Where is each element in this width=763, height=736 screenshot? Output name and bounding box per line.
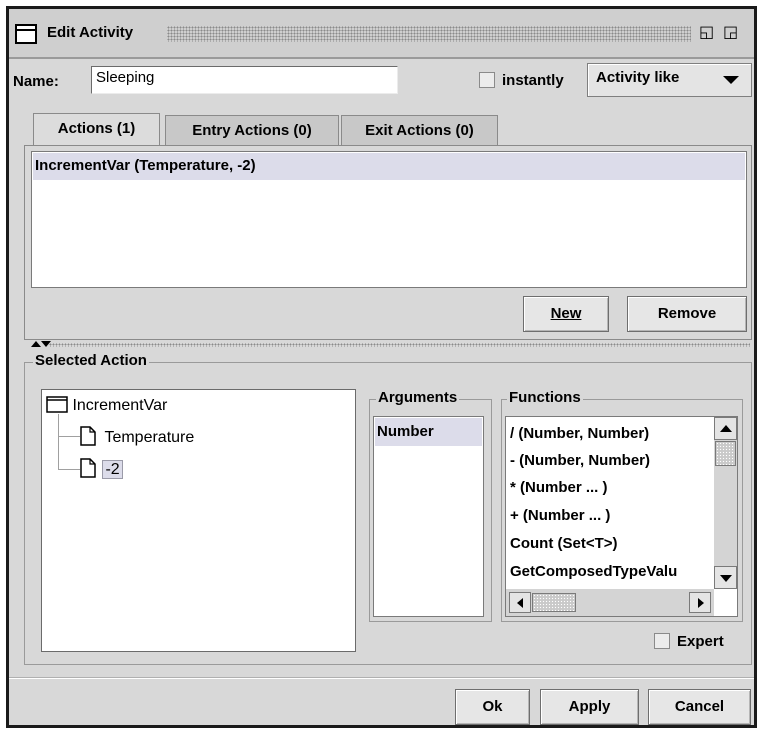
tree-connector: [58, 414, 59, 470]
list-item[interactable]: / (Number, Number): [510, 425, 649, 442]
restore-icon[interactable]: ◱: [699, 23, 714, 43]
actions-panel: IncrementVar (Temperature, -2) New Remov…: [24, 145, 752, 340]
folder-icon: [46, 396, 68, 413]
tab-entry-actions[interactable]: Entry Actions (0): [165, 115, 339, 147]
arrow-right-icon: [698, 598, 704, 608]
splitter-grip: [49, 343, 750, 347]
tree-node-label: -2: [102, 460, 123, 479]
tree-connector: [58, 436, 80, 437]
tree-node-value[interactable]: -2: [80, 458, 123, 479]
selected-action-title: Selected Action: [33, 352, 149, 369]
expert-checkbox[interactable]: [654, 633, 670, 649]
edit-activity-dialog: Edit Activity ◱ ◲ Name: Sleeping instant…: [6, 6, 757, 728]
remove-button[interactable]: Remove: [627, 296, 747, 332]
tree-connector: [58, 469, 80, 470]
scroll-left-button[interactable]: [509, 592, 531, 613]
list-item[interactable]: + (Number ... ): [510, 507, 610, 524]
instantly-checkbox[interactable]: [479, 72, 495, 88]
title-bar-grip: [167, 26, 691, 42]
actions-list[interactable]: IncrementVar (Temperature, -2): [31, 151, 747, 288]
action-tree[interactable]: IncrementVar Temperature -2: [41, 389, 356, 652]
tab-actions[interactable]: Actions (1): [33, 113, 160, 148]
instantly-label: instantly: [502, 72, 564, 89]
arguments-title: Arguments: [376, 389, 460, 406]
list-item[interactable]: Number: [375, 418, 482, 446]
cancel-button[interactable]: Cancel: [648, 689, 751, 725]
list-item[interactable]: Count (Set<T>): [510, 535, 618, 552]
list-item[interactable]: - (Number, Number): [510, 452, 650, 469]
maximize-icon[interactable]: ◲: [723, 23, 738, 43]
vertical-scroll-thumb[interactable]: [715, 441, 736, 466]
document-icon: [80, 458, 96, 478]
collapse-up-icon[interactable]: [31, 341, 41, 347]
functions-list[interactable]: / (Number, Number) - (Number, Number) * …: [505, 416, 738, 617]
name-label: Name:: [13, 73, 59, 90]
window-icon: [15, 24, 37, 44]
horizontal-scroll-thumb[interactable]: [532, 593, 576, 612]
document-icon: [80, 426, 96, 446]
ok-button[interactable]: Ok: [455, 689, 530, 725]
chevron-down-icon: [723, 76, 739, 84]
ok-button-label: Ok: [482, 698, 503, 715]
split-pane-divider[interactable]: [9, 340, 754, 350]
list-item[interactable]: GetComposedTypeValu: [510, 563, 677, 580]
arguments-list[interactable]: Number: [373, 416, 484, 617]
scroll-right-button[interactable]: [689, 592, 711, 613]
title-bar[interactable]: Edit Activity ◱ ◲: [9, 9, 754, 59]
tree-node-label: IncrementVar: [72, 397, 168, 414]
apply-button-label: Apply: [568, 698, 611, 715]
functions-title: Functions: [507, 389, 583, 406]
expert-label: Expert: [677, 633, 724, 650]
tab-exit-actions[interactable]: Exit Actions (0): [341, 115, 498, 147]
horizontal-scrollbar[interactable]: [506, 589, 714, 616]
new-button-label: New: [550, 305, 582, 322]
tree-node-root[interactable]: IncrementVar: [46, 395, 167, 415]
new-button[interactable]: New: [523, 296, 609, 332]
arrow-up-icon: [720, 425, 732, 432]
scroll-down-button[interactable]: [714, 566, 737, 589]
tree-node-temperature[interactable]: Temperature: [80, 426, 194, 447]
activity-type-value: Activity like: [596, 69, 680, 86]
vertical-scrollbar[interactable]: [714, 417, 737, 589]
list-item[interactable]: IncrementVar (Temperature, -2): [33, 153, 745, 180]
remove-button-label: Remove: [657, 305, 717, 322]
arrow-left-icon: [517, 598, 523, 608]
cancel-button-label: Cancel: [674, 698, 725, 715]
tree-node-label: Temperature: [104, 429, 195, 446]
arrow-down-icon: [720, 575, 732, 582]
name-field[interactable]: Sleeping: [91, 66, 398, 94]
activity-type-dropdown[interactable]: Activity like: [587, 63, 752, 97]
window-title: Edit Activity: [47, 24, 134, 41]
scroll-up-button[interactable]: [714, 417, 737, 440]
apply-button[interactable]: Apply: [540, 689, 639, 725]
footer-separator: [9, 677, 754, 679]
list-item[interactable]: * (Number ... ): [510, 479, 608, 496]
